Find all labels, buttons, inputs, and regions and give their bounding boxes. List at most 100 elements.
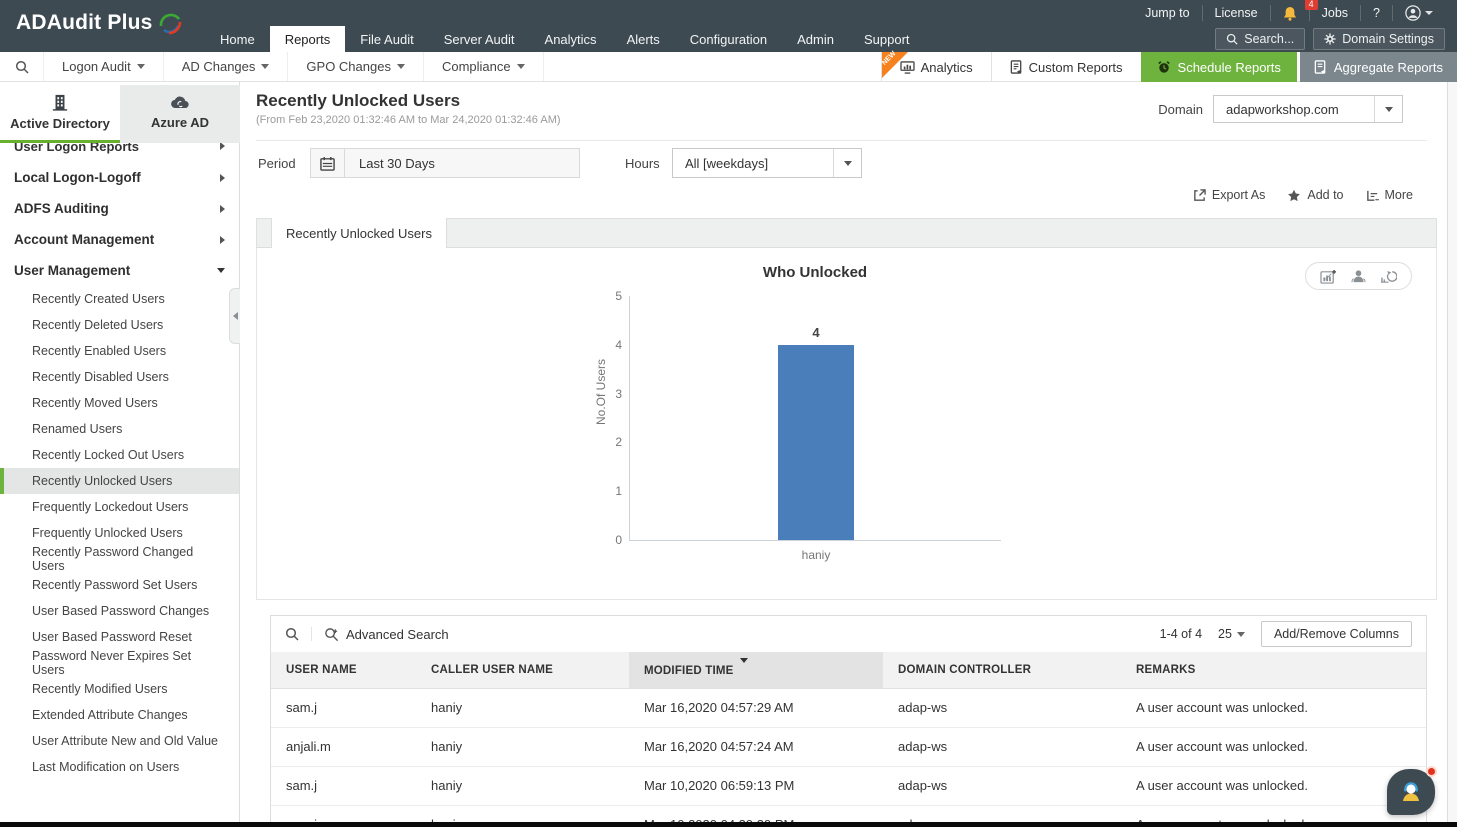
analytics-link[interactable]: NEW Analytics [880, 50, 991, 82]
sidebar-group-adfs-auditing[interactable]: ADFS Auditing [0, 193, 239, 224]
user-view-icon[interactable] [1351, 269, 1366, 284]
sidebar-item-frequently-lockedout-users[interactable]: Frequently Lockedout Users [0, 494, 239, 520]
sidebar-item-recently-moved-users[interactable]: Recently Moved Users [0, 390, 239, 416]
adaudit-plus-app: ADAudit Plus Jump to License 4 Jobs ? Ho… [0, 0, 1457, 827]
tab-home[interactable]: Home [205, 26, 270, 52]
support-agent-icon [1403, 782, 1419, 801]
sidebar-item-recently-disabled-users[interactable]: Recently Disabled Users [0, 364, 239, 390]
logo-swirl-icon [157, 10, 183, 36]
user-menu-button[interactable] [1393, 5, 1445, 21]
hours-select[interactable]: All [weekdays] [672, 148, 862, 178]
sidebar-item-user-based-password-reset[interactable]: User Based Password Reset [0, 624, 239, 650]
column-header-domain-controller[interactable]: DOMAIN CONTROLLER [883, 652, 1121, 689]
sidebar-item-recently-created-users[interactable]: Recently Created Users [0, 286, 239, 312]
sidebar-item-recently-modified-users[interactable]: Recently Modified Users [0, 676, 239, 702]
table-toolbar-right: 1-4 of 4 25 Add/Remove Columns [1160, 621, 1412, 647]
tab-server-audit[interactable]: Server Audit [429, 26, 530, 52]
page-size-select[interactable]: 25 [1218, 627, 1245, 641]
subnav-actions: NEW Analytics Custom Reports Schedule Re… [880, 50, 1457, 82]
jump-to-link[interactable]: Jump to [1133, 5, 1203, 21]
sidebar-item-password-never-expires-set-users[interactable]: Password Never Expires Set Users [0, 649, 239, 677]
sidebar-collapse-handle[interactable] [229, 288, 240, 344]
chevron-down-icon[interactable] [1374, 96, 1402, 122]
header-divider [256, 140, 1427, 141]
page-scrollbar[interactable] [1447, 82, 1457, 827]
bell-icon [1283, 6, 1297, 21]
domain-settings-button[interactable]: Domain Settings [1313, 28, 1445, 50]
table-row[interactable]: anjali.m haniy Mar 16,2020 04:57:24 AM a… [271, 727, 1426, 767]
search-icon [285, 627, 299, 641]
chart-bar[interactable] [778, 344, 854, 540]
topbar-tools: Search... Domain Settings [1215, 28, 1445, 50]
sidebar-item-recently-password-set-users[interactable]: Recently Password Set Users [0, 572, 239, 598]
custom-report-icon [1010, 60, 1023, 74]
tab-support[interactable]: Support [849, 26, 925, 52]
aggregate-reports-button[interactable]: Aggregate Reports [1299, 52, 1457, 82]
menu-gpo-changes[interactable]: GPO Changes [288, 52, 424, 81]
tab-reports[interactable]: Reports [269, 26, 346, 52]
add-to-button[interactable]: Add to [1287, 188, 1344, 202]
sidebar-tab-active-directory[interactable]: Active Directory [0, 85, 120, 143]
more-icon [1366, 189, 1379, 202]
window-bottom-edge [0, 822, 1457, 827]
report-tab-strip: Recently Unlocked Users [256, 218, 1437, 249]
sidebar-item-user-based-password-changes[interactable]: User Based Password Changes [0, 598, 239, 624]
sidebar-group-user-management[interactable]: User Management [0, 255, 239, 286]
sidebar-item-extended-attribute-changes[interactable]: Extended Attribute Changes [0, 702, 239, 728]
sidebar-item-recently-deleted-users[interactable]: Recently Deleted Users [0, 312, 239, 338]
column-header-user-name[interactable]: USER NAME [271, 652, 416, 689]
table-row[interactable]: sam.j haniy Mar 10,2020 06:59:13 PM adap… [271, 766, 1426, 806]
sidebar-item-renamed-users[interactable]: Renamed Users [0, 416, 239, 442]
tab-file-audit[interactable]: File Audit [345, 26, 428, 52]
main-menu: Home Reports File Audit Server Audit Ana… [205, 26, 925, 52]
period-picker[interactable]: Last 30 Days [310, 148, 580, 178]
menu-logon-audit[interactable]: Logon Audit [44, 52, 164, 81]
report-search-button[interactable] [0, 52, 44, 81]
sidebar-item-last-modification-on-users[interactable]: Last Modification on Users [0, 754, 239, 780]
domain-select[interactable]: adapworkshop.com [1213, 95, 1403, 123]
notifications-button[interactable]: 4 [1271, 0, 1318, 21]
tab-configuration[interactable]: Configuration [675, 26, 782, 52]
tab-alerts[interactable]: Alerts [612, 26, 675, 52]
change-chart-type-icon[interactable] [1320, 269, 1337, 284]
sidebar-tab-azure-ad[interactable]: Azure AD [120, 85, 240, 143]
tab-analytics[interactable]: Analytics [530, 26, 612, 52]
more-button[interactable]: More [1366, 188, 1413, 202]
schedule-reports-button[interactable]: Schedule Reports [1140, 52, 1297, 82]
sidebar-item-recently-unlocked-users[interactable]: Recently Unlocked Users [0, 468, 239, 494]
sidebar-item-user-attribute-new-and-old-value[interactable]: User Attribute New and Old Value [0, 728, 239, 754]
tab-recently-unlocked-users[interactable]: Recently Unlocked Users [271, 218, 447, 249]
report-actions: Export As Add to More [1193, 188, 1413, 202]
global-search-button[interactable]: Search... [1215, 28, 1306, 50]
table-row[interactable]: sam.j haniy Mar 16,2020 04:57:29 AM adap… [271, 688, 1426, 728]
column-header-remarks[interactable]: REMARKS [1121, 652, 1426, 689]
sidebar-group-local-logon-logoff[interactable]: Local Logon-Logoff [0, 162, 239, 193]
sidebar-item-recently-password-changed-users[interactable]: Recently Password Changed Users [0, 545, 239, 573]
sidebar-group-account-management[interactable]: Account Management [0, 224, 239, 255]
chevron-down-icon[interactable] [833, 149, 861, 177]
reports-subnav: Logon Audit AD Changes GPO Changes Compl… [0, 50, 1457, 82]
tab-admin[interactable]: Admin [782, 26, 849, 52]
help-button[interactable]: ? [1361, 5, 1393, 21]
sidebar-item-recently-enabled-users[interactable]: Recently Enabled Users [0, 338, 239, 364]
sort-desc-icon [739, 657, 748, 675]
menu-compliance[interactable]: Compliance [424, 52, 544, 81]
table-toolbar: Advanced Search 1-4 of 4 25 Add/Remove C… [271, 616, 1426, 652]
support-chat-button[interactable] [1387, 766, 1437, 815]
menu-ad-changes[interactable]: AD Changes [164, 52, 289, 81]
sidebar-item-recently-locked-out-users[interactable]: Recently Locked Out Users [0, 442, 239, 468]
app-logo[interactable]: ADAudit Plus [16, 10, 183, 36]
sidebar-item-frequently-unlocked-users[interactable]: Frequently Unlocked Users [0, 520, 239, 546]
aggregate-report-icon [1314, 60, 1327, 74]
license-link[interactable]: License [1203, 5, 1271, 21]
sidebar-group-user-logon-reports-partial[interactable]: User Logon Reports [0, 143, 239, 160]
advanced-search-button[interactable]: Advanced Search [312, 627, 449, 642]
export-as-button[interactable]: Export As [1193, 188, 1265, 202]
column-header-modified-time[interactable]: MODIFIED TIME [629, 652, 883, 689]
chart-title: Who Unlocked [762, 264, 868, 281]
refresh-chart-icon[interactable] [1380, 269, 1397, 284]
table-search-button[interactable] [285, 627, 312, 641]
column-header-caller-user-name[interactable]: CALLER USER NAME [416, 652, 629, 689]
custom-reports-link[interactable]: Custom Reports [990, 52, 1141, 82]
add-remove-columns-button[interactable]: Add/Remove Columns [1260, 621, 1412, 647]
